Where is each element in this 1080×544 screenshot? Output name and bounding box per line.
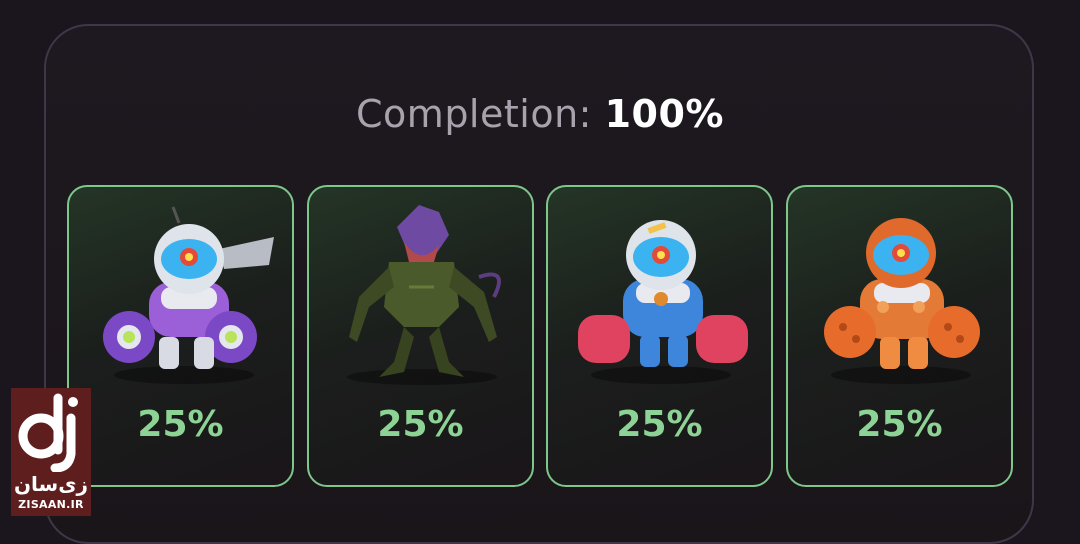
character-card-3[interactable]: 25% xyxy=(546,185,773,487)
character-card-2[interactable]: 25% xyxy=(307,185,534,487)
logo-text-en: ZISAAN.IR xyxy=(18,498,84,511)
zisaan-logo: زی‌سان ZISAAN.IR xyxy=(11,388,91,516)
card-percent: 25% xyxy=(377,404,464,445)
purple-astronaut-robot-icon xyxy=(103,206,274,384)
alien-creature-icon xyxy=(347,205,501,385)
character-card-1[interactable]: 25% xyxy=(67,185,294,487)
orange-astronaut-robot-icon xyxy=(824,218,980,384)
card-percent: 25% xyxy=(616,404,703,445)
card-percent: 25% xyxy=(856,404,943,445)
logo-text-fa: زی‌سان xyxy=(13,472,89,496)
completion-header: Completion: 100% xyxy=(0,92,1080,136)
zisaan-logo-mark xyxy=(18,393,78,473)
blue-astronaut-robot-icon xyxy=(578,220,748,384)
completion-label: Completion: xyxy=(356,92,592,136)
character-card-4[interactable]: 25% xyxy=(786,185,1013,487)
completion-value: 100% xyxy=(604,92,724,136)
card-percent: 25% xyxy=(137,404,224,445)
